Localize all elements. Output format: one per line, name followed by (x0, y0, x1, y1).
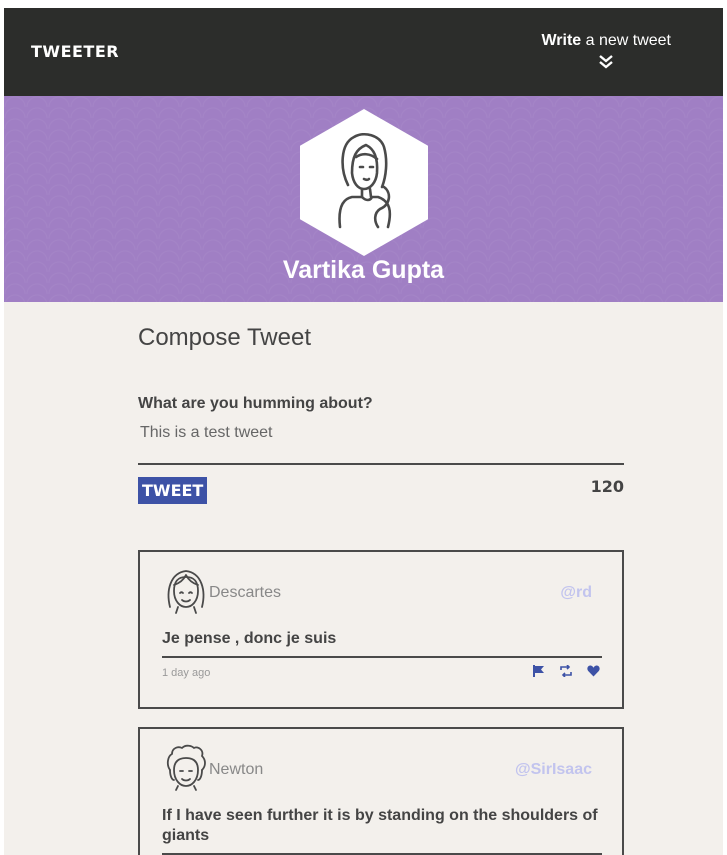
compose-title: Compose Tweet (138, 324, 311, 351)
brand-logo[interactable]: TWEETER (31, 42, 119, 61)
compose-label: What are you humming about? (138, 395, 373, 412)
navbar: TWEETER Write a new tweet (4, 8, 723, 96)
compose-tweet-section: Compose Tweet What are you humming about… (138, 324, 624, 504)
compose-divider (138, 463, 624, 465)
write-new-tweet-toggle[interactable]: Write a new tweet (541, 32, 671, 70)
tweet-card: Descartes @rd Je pense , donc je suis 1 … (138, 550, 624, 709)
tweet-avatar-descartes (167, 570, 205, 614)
tweet-handle[interactable]: @rd (560, 584, 592, 602)
compose-textarea[interactable]: This is a test tweet (140, 424, 624, 442)
tweet-author: Descartes (209, 584, 282, 601)
double-chevron-down-icon (599, 55, 613, 69)
flag-icon[interactable] (533, 664, 545, 682)
tweet-handle[interactable]: @SirIsaac (515, 761, 592, 779)
write-label-rest: a new tweet (581, 32, 671, 49)
write-label-bold: Write (541, 32, 582, 49)
profile-header: Vartika Gupta (4, 96, 723, 302)
profile-name: Vartika Gupta (282, 256, 445, 284)
tweet-actions (533, 664, 600, 682)
tweet-age: 1 day ago (162, 667, 211, 679)
tweet-content: Je pense , donc je suis (162, 630, 337, 647)
retweet-icon[interactable] (559, 664, 573, 682)
tweet-card: Newton @SirIsaac If I have seen further … (138, 727, 624, 855)
profile-avatar (300, 109, 428, 256)
tweet-author: Newton (209, 761, 264, 778)
tweet-content: If I have seen further it is by standing… (162, 807, 598, 844)
page: TWEETER Write a new tweet Vartika Gupta … (4, 8, 723, 855)
character-counter: 120 (590, 477, 624, 496)
heart-icon[interactable] (587, 664, 600, 682)
tweet-divider (162, 656, 602, 658)
tweet-button[interactable]: TWEET (138, 477, 208, 504)
tweet-avatar-newton (166, 744, 206, 791)
